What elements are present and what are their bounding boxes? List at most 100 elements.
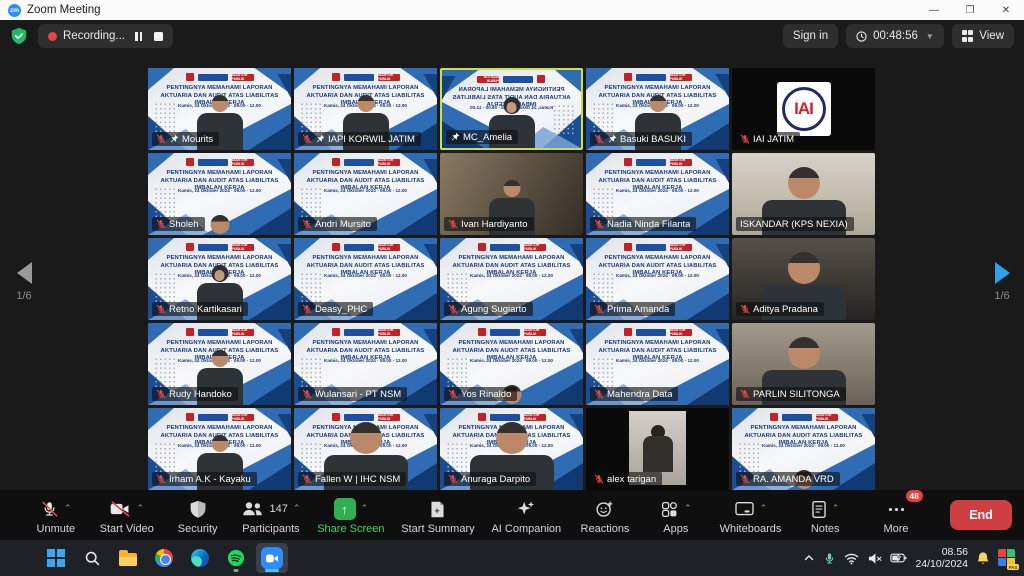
webinar-banner-schedule: Kamis, 24 Oktober 2024 · 09.00 - 12.00 bbox=[596, 273, 719, 278]
participant-name-label: RA. AMANDA VRD bbox=[736, 472, 840, 486]
notes-button[interactable]: ⌃ Notes bbox=[798, 495, 852, 535]
search-icon bbox=[84, 550, 101, 567]
sign-in-button[interactable]: Sign in bbox=[783, 24, 838, 48]
participant-tile[interactable]: AUDITOR PUBLIK PENTINGNYA MEMAHAMI LAPOR… bbox=[294, 238, 437, 320]
spotify-button[interactable] bbox=[220, 543, 252, 573]
stop-recording-button[interactable] bbox=[154, 32, 163, 41]
whiteboards-chevron[interactable]: ⌃ bbox=[760, 503, 768, 514]
participant-tile[interactable]: AUDITOR PUBLIK PENTINGNYA MEMAHAMI LAPOR… bbox=[294, 68, 437, 150]
apps-button[interactable]: ⌃ Apps bbox=[649, 495, 703, 535]
participant-tile[interactable]: AUDITOR PUBLIK PENTINGNYA MEMAHAMI LAPOR… bbox=[294, 323, 437, 405]
whiteboards-button[interactable]: ⌃ Whiteboards bbox=[720, 495, 782, 535]
participants-chevron[interactable]: ⌃ bbox=[293, 503, 301, 514]
participant-name-label: PARLIN SILITONGA bbox=[736, 387, 846, 401]
participant-tile[interactable]: AUDITOR PUBLIK PENTINGNYA MEMAHAMI LAPOR… bbox=[440, 238, 583, 320]
end-meeting-button[interactable]: End bbox=[950, 500, 1012, 530]
notes-chevron[interactable]: ⌃ bbox=[832, 503, 840, 514]
start-summary-button[interactable]: Start Summary bbox=[401, 495, 474, 535]
participant-tile[interactable]: AUDITOR PUBLIK PENTINGNYA MEMAHAMI LAPOR… bbox=[586, 153, 729, 235]
participant-tile[interactable]: AUDITOR PUBLIK PENTINGNYA MEMAHAMI LAPOR… bbox=[586, 323, 729, 405]
tray-app-icon[interactable]: PAS bbox=[998, 549, 1016, 567]
apps-chevron[interactable]: ⌃ bbox=[684, 503, 692, 514]
security-button[interactable]: Security bbox=[171, 495, 225, 535]
participant-tile[interactable]: AUDITOR PUBLIK PENTINGNYA MEMAHAMI LAPOR… bbox=[732, 323, 875, 405]
participant-tile[interactable]: AUDITOR PUBLIK PENTINGNYA MEMAHAMI LAPOR… bbox=[586, 238, 729, 320]
next-page-arrow-icon[interactable] bbox=[995, 262, 1010, 284]
participant-tile[interactable]: AUDITOR PUBLIK PENTINGNYA MEMAHAMI LAPOR… bbox=[732, 238, 875, 320]
participant-tile[interactable]: AUDITOR PUBLIK PENTINGNYA MEMAHAMI LAPOR… bbox=[586, 68, 729, 150]
participant-tile[interactable]: AUDITOR PUBLIK PENTINGNYA MEMAHAMI LAPOR… bbox=[148, 238, 291, 320]
auditor-publik-badge: AUDITOR PUBLIK bbox=[670, 244, 692, 251]
apps-icon bbox=[660, 500, 679, 519]
notification-badge: 48 bbox=[906, 490, 923, 502]
pause-recording-button[interactable] bbox=[135, 32, 142, 41]
start-button[interactable] bbox=[40, 543, 72, 573]
meeting-topbar: Recording... Sign in 00:48:56 ▼ View bbox=[0, 20, 1024, 52]
whiteboard-icon bbox=[734, 501, 755, 518]
participant-tile[interactable]: AUDITOR PUBLIK PENTINGNYA MEMAHAMI LAPOR… bbox=[732, 153, 875, 235]
file-explorer-button[interactable] bbox=[112, 543, 144, 573]
participant-tile[interactable]: AUDITOR PUBLIK PENTINGNYA MEMAHAMI LAPOR… bbox=[732, 68, 875, 150]
battery-icon[interactable] bbox=[890, 552, 907, 564]
start-video-button[interactable]: ⌃ Start Video bbox=[100, 495, 154, 535]
participant-name-label: Agung Sugiarto bbox=[444, 302, 533, 316]
mic-muted-icon bbox=[448, 304, 458, 314]
participant-tile[interactable]: AUDITOR PUBLIK PENTINGNYA MEMAHAMI LAPOR… bbox=[148, 408, 291, 490]
participant-name: Ivan Hardiyanto bbox=[461, 219, 528, 230]
edge-icon bbox=[191, 549, 209, 567]
participant-name: Fallen W | IHC NSM bbox=[315, 474, 400, 485]
view-button[interactable]: View bbox=[952, 24, 1014, 48]
more-button[interactable]: More 48 bbox=[869, 495, 923, 535]
minimize-button[interactable]: — bbox=[916, 0, 952, 20]
share-options-chevron[interactable]: ⌃ bbox=[361, 503, 369, 514]
participant-tile[interactable]: AUDITOR PUBLIK PENTINGNYA MEMAHAMI LAPOR… bbox=[440, 153, 583, 235]
participant-tile[interactable]: AUDITOR PUBLIK PENTINGNYA MEMAHAMI LAPOR… bbox=[732, 408, 875, 490]
participant-tile[interactable]: AUDITOR PUBLIK PENTINGNYA MEMAHAMI LAPOR… bbox=[440, 68, 583, 150]
chrome-button[interactable] bbox=[148, 543, 180, 573]
meeting-timer[interactable]: 00:48:56 ▼ bbox=[846, 24, 944, 48]
edge-button[interactable] bbox=[184, 543, 216, 573]
taskbar-clock[interactable]: 08.56 24/10/2024 bbox=[915, 546, 968, 571]
mic-muted-icon bbox=[156, 474, 166, 484]
zoom-taskbar-button[interactable] bbox=[256, 543, 288, 573]
maximize-button[interactable]: ❐ bbox=[952, 0, 988, 20]
participant-name: Wulansari - PT NSM bbox=[315, 389, 401, 400]
notification-bell-icon[interactable] bbox=[976, 551, 990, 566]
participant-tile[interactable]: AUDITOR PUBLIK PENTINGNYA MEMAHAMI LAPOR… bbox=[294, 408, 437, 490]
tray-expand-chevron[interactable] bbox=[803, 552, 815, 564]
video-options-chevron[interactable]: ⌃ bbox=[136, 503, 144, 514]
audio-options-chevron[interactable]: ⌃ bbox=[64, 503, 72, 514]
taskbar-search-button[interactable] bbox=[76, 543, 108, 573]
unmute-button[interactable]: ⌃ Unmute bbox=[29, 495, 83, 535]
gallery-view-icon bbox=[962, 30, 974, 42]
mic-muted-icon bbox=[594, 389, 604, 399]
mic-muted-icon bbox=[594, 304, 604, 314]
mic-muted-icon bbox=[302, 134, 312, 144]
next-page-control[interactable]: 1/6 bbox=[982, 262, 1022, 302]
previous-page-control[interactable]: 1/6 bbox=[4, 262, 44, 302]
volume-muted-icon[interactable] bbox=[867, 552, 882, 565]
mic-muted-icon bbox=[302, 304, 312, 314]
participant-tile[interactable]: AUDITOR PUBLIK PENTINGNYA MEMAHAMI LAPOR… bbox=[148, 68, 291, 150]
ai-companion-button[interactable]: AI Companion bbox=[491, 495, 561, 535]
auditor-publik-badge: AUDITOR PUBLIK bbox=[378, 244, 400, 251]
participant-tile[interactable]: AUDITOR PUBLIK PENTINGNYA MEMAHAMI LAPOR… bbox=[294, 153, 437, 235]
close-button[interactable]: ✕ bbox=[988, 0, 1024, 20]
participant-tile[interactable]: AUDITOR PUBLIK PENTINGNYA MEMAHAMI LAPOR… bbox=[148, 323, 291, 405]
participant-name-label: Wulansari - PT NSM bbox=[298, 387, 407, 401]
participant-name-label: Ivan Hardiyanto bbox=[444, 217, 534, 231]
encryption-shield-icon[interactable] bbox=[10, 27, 28, 45]
reactions-button[interactable]: Reactions bbox=[578, 495, 632, 535]
participant-name: Retno Kartikasari bbox=[169, 304, 242, 315]
previous-page-arrow-icon[interactable] bbox=[17, 262, 32, 284]
participant-tile[interactable]: AUDITOR PUBLIK PENTINGNYA MEMAHAMI LAPOR… bbox=[440, 323, 583, 405]
participant-tile[interactable]: AUDITOR PUBLIK PENTINGNYA MEMAHAMI LAPOR… bbox=[586, 408, 729, 490]
share-screen-button[interactable]: ↑ ⌃ Share Screen bbox=[317, 495, 384, 535]
chevron-down-icon: ▼ bbox=[926, 32, 934, 41]
tray-mic-icon[interactable] bbox=[823, 552, 836, 565]
participants-button[interactable]: 147 ⌃ Participants bbox=[241, 495, 300, 535]
participant-name-label: IAI JATIM bbox=[736, 132, 800, 146]
participant-tile[interactable]: AUDITOR PUBLIK PENTINGNYA MEMAHAMI LAPOR… bbox=[148, 153, 291, 235]
participant-tile[interactable]: AUDITOR PUBLIK PENTINGNYA MEMAHAMI LAPOR… bbox=[440, 408, 583, 490]
wifi-icon[interactable] bbox=[844, 552, 859, 565]
